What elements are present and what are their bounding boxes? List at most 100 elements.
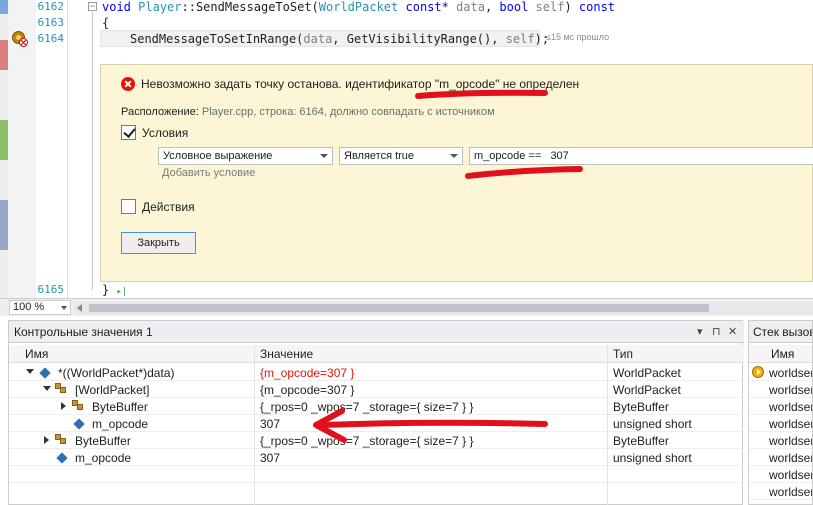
watch-row[interactable]: m_opcode 307 unsigned short <box>9 449 744 466</box>
frame-name: worldserver <box>769 434 813 448</box>
collapsed-icon[interactable] <box>61 402 66 410</box>
code-editor[interactable]: 6162 6163 6164 6165 − void Player::SendM… <box>0 0 813 298</box>
strip-marker <box>0 120 8 160</box>
run-to-click-icon[interactable]: ▸| <box>116 287 127 297</box>
breakpoint-error-badge-icon <box>19 38 28 47</box>
expanded-icon[interactable] <box>43 386 51 391</box>
actions-checkbox[interactable] <box>121 199 136 214</box>
strip-marker <box>0 40 8 70</box>
watch-value: 307 <box>260 417 281 431</box>
frame-name: worldserver <box>769 468 813 482</box>
frame-name: worldserver <box>769 400 813 414</box>
watch-type: ByteBuffer <box>613 434 669 448</box>
call-stack-row[interactable]: worldserver <box>749 449 813 466</box>
watch-name: [WorldPacket] <box>75 383 150 397</box>
call-stack-title: Стек вызовов <box>753 325 812 339</box>
param: self <box>528 0 565 14</box>
chevron-down-icon <box>320 154 328 158</box>
condition-op-select[interactable]: Является true <box>339 147 463 165</box>
editor-status-bar: 100 % <box>0 298 813 316</box>
zoom-select[interactable]: 100 % <box>9 300 71 315</box>
code-line-6165[interactable]: } ▸| <box>102 283 127 297</box>
frame-name: worldserver <box>769 451 813 465</box>
location-value[interactable]: Player.cpp, строка: 6164, должно совпада… <box>202 106 495 118</box>
scroll-left-icon[interactable] <box>77 304 82 312</box>
base-class-icon <box>55 383 67 394</box>
condition-type-select[interactable]: Условное выражение <box>158 147 333 165</box>
base-class-icon <box>55 434 67 445</box>
code-line-6164[interactable]: SendMessageToSetInRange(data, GetVisibil… <box>130 32 549 46</box>
watch-value: {m_opcode=307 } <box>260 366 355 380</box>
close-button[interactable]: Закрыть <box>121 232 196 254</box>
condition-op-value: Является true <box>344 150 415 162</box>
type-name: WorldPacket <box>318 0 399 14</box>
expanded-icon[interactable] <box>26 369 34 374</box>
error-icon <box>121 77 135 91</box>
location-line: Расположение: Player.cpp, строка: 6164, … <box>121 106 495 118</box>
horizontal-scrollbar[interactable] <box>75 302 813 314</box>
call-stack-row[interactable]: worldserver <box>749 381 812 398</box>
call-stack-window: Стек вызовов Имя worldserver worldserver… <box>748 320 813 505</box>
scope-op: :: <box>181 0 196 14</box>
column-header-value[interactable]: Значение <box>260 347 313 361</box>
base-class-icon <box>72 400 84 411</box>
call-stack-row[interactable]: worldserver <box>749 432 813 449</box>
call-stack-row[interactable]: worldserver <box>749 398 813 415</box>
watch-row[interactable]: [WorldPacket] {m_opcode=307 } WorldPacke… <box>9 381 744 398</box>
collapse-icon[interactable]: − <box>88 2 97 11</box>
call-stack-row[interactable]: worldserver <box>749 466 813 483</box>
punct: , GetVisibilityRange(), <box>332 32 506 46</box>
gutter-separator <box>67 0 68 298</box>
keyword: const <box>578 0 616 14</box>
watch-name: *((WorldPacket*)data) <box>58 366 175 380</box>
conditions-checkbox[interactable] <box>121 125 136 140</box>
zoom-value: 100 % <box>13 301 45 313</box>
watch-row[interactable]: ByteBuffer {_rpos=0 _wpos=7 _storage={ s… <box>9 398 744 415</box>
watch-type: WorldPacket <box>613 366 681 380</box>
frame-name: worldserver <box>769 366 813 380</box>
scroll-thumb[interactable] <box>89 304 709 312</box>
watch-row[interactable]: ByteBuffer {_rpos=0 _wpos=7 _storage={ s… <box>9 432 744 449</box>
class-name: Player <box>138 0 182 14</box>
pin-icon[interactable]: ⊓ <box>712 325 721 338</box>
condition-type-value: Условное выражение <box>163 150 273 162</box>
param: data <box>303 32 333 46</box>
line-number: 6165 <box>37 283 65 296</box>
chevron-down-icon <box>61 306 67 310</box>
field-icon <box>56 452 68 464</box>
function-name: SendMessageToSetInRange( <box>130 32 304 46</box>
add-condition-link[interactable]: Добавить условие <box>162 167 255 179</box>
close-icon[interactable]: ✕ <box>728 325 737 338</box>
watch-window: Контрольные значения 1 ▾ ⊓ ✕ Имя Значени… <box>8 320 744 505</box>
watch-row[interactable]: *((WorldPacket*)data) {m_opcode=307 } Wo… <box>9 364 744 381</box>
perf-tip[interactable]: ≤15 мс прошло <box>546 32 609 42</box>
watch-name: m_opcode <box>92 417 149 431</box>
call-stack-row[interactable]: worldserver <box>749 415 812 432</box>
column-header-name[interactable]: Имя <box>25 347 48 361</box>
watch-title: Контрольные значения 1 <box>14 325 153 339</box>
watch-type: ByteBuffer <box>613 400 669 414</box>
watch-title-bar: Контрольные значения 1 ▾ ⊓ ✕ <box>9 321 744 343</box>
watch-value: {_rpos=0 _wpos=7 _storage={ size=7 } } <box>260 434 474 448</box>
watch-name: ByteBuffer <box>92 400 148 414</box>
conditions-label: Условия <box>142 126 189 140</box>
frame-name: worldserver <box>769 485 813 499</box>
call-stack-row[interactable]: worldserver <box>749 483 813 500</box>
keyword: bool <box>499 0 529 14</box>
watch-value: {m_opcode=307 } <box>260 383 355 397</box>
collapsed-icon[interactable] <box>44 436 49 444</box>
strip-marker <box>0 0 8 14</box>
call-stack-row[interactable]: worldserver <box>749 364 813 381</box>
field-icon <box>73 418 85 430</box>
code-line-6162[interactable]: void Player::SendMessageToSet(WorldPacke… <box>102 0 615 14</box>
window-menu-icon[interactable]: ▾ <box>697 325 703 338</box>
watch-empty-row[interactable] <box>9 466 744 483</box>
punct: , <box>484 0 500 14</box>
keyword: void <box>102 0 131 14</box>
code-line-6163[interactable]: { <box>102 16 109 30</box>
condition-expression-input[interactable]: m_opcode == 307 <box>469 147 813 165</box>
param: data <box>448 0 485 14</box>
column-header-name[interactable]: Имя <box>771 347 794 361</box>
column-header-type[interactable]: Тип <box>613 347 633 361</box>
watch-row[interactable]: m_opcode 307 unsigned short <box>9 415 744 432</box>
